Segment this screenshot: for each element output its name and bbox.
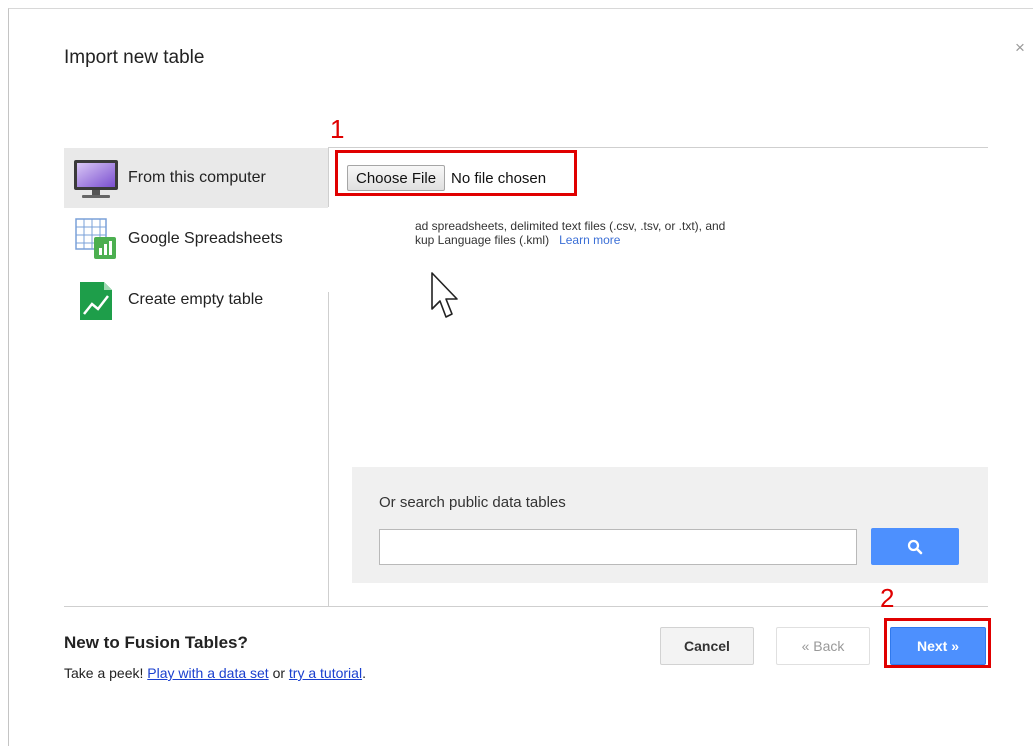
footer-suffix: . (362, 665, 366, 681)
vertical-divider-top (328, 147, 329, 207)
dialog-title: Import new table (64, 47, 205, 68)
try-a-tutorial-link[interactable]: try a tutorial (289, 665, 362, 681)
vertical-divider (328, 292, 329, 607)
upload-info-line2: kup Language files (.kml) (415, 233, 550, 247)
sidebar-item-label: Create empty table (128, 291, 264, 308)
search-label: Or search public data tables (379, 494, 566, 511)
sidebar-item-from-this-computer[interactable]: From this computer (64, 148, 328, 208)
footer-text: Take a peek! Play with a data set or try… (64, 665, 366, 681)
new-table-icon (72, 276, 120, 324)
upload-info: ad spreadsheets, delimited text files (.… (415, 219, 725, 247)
search-input[interactable] (379, 529, 857, 565)
import-dialog: × Import new table From this computer Go… (8, 8, 1033, 746)
footer-prefix: Take a peek! (64, 665, 144, 681)
highlight-box-next (884, 618, 991, 668)
bottom-divider (64, 606, 988, 607)
monitor-icon (72, 154, 120, 202)
sidebar-item-google-spreadsheets[interactable]: Google Spreadsheets (64, 209, 328, 269)
spreadsheet-icon (72, 215, 120, 263)
annotation-marker-1: 1 (330, 114, 345, 144)
learn-more-link[interactable]: Learn more (559, 233, 620, 247)
close-icon[interactable]: × (1011, 39, 1029, 57)
footer-or: or (272, 665, 286, 681)
mouse-cursor-icon (430, 271, 460, 326)
sidebar-item-create-empty-table[interactable]: Create empty table (64, 270, 328, 330)
upload-info-line1: ad spreadsheets, delimited text files (.… (415, 219, 726, 233)
sidebar-item-label: From this computer (128, 169, 266, 186)
top-divider (328, 147, 988, 148)
search-button[interactable] (871, 528, 959, 565)
cancel-button[interactable]: Cancel (660, 627, 754, 665)
back-button[interactable]: « Back (776, 627, 870, 665)
search-icon (907, 539, 923, 554)
highlight-box-file (335, 150, 577, 196)
sidebar-item-label: Google Spreadsheets (128, 230, 283, 247)
play-with-data-set-link[interactable]: Play with a data set (147, 665, 268, 681)
footer-title: New to Fusion Tables? (64, 633, 248, 652)
annotation-marker-2: 2 (880, 583, 895, 613)
public-search-panel: Or search public data tables (352, 467, 988, 583)
